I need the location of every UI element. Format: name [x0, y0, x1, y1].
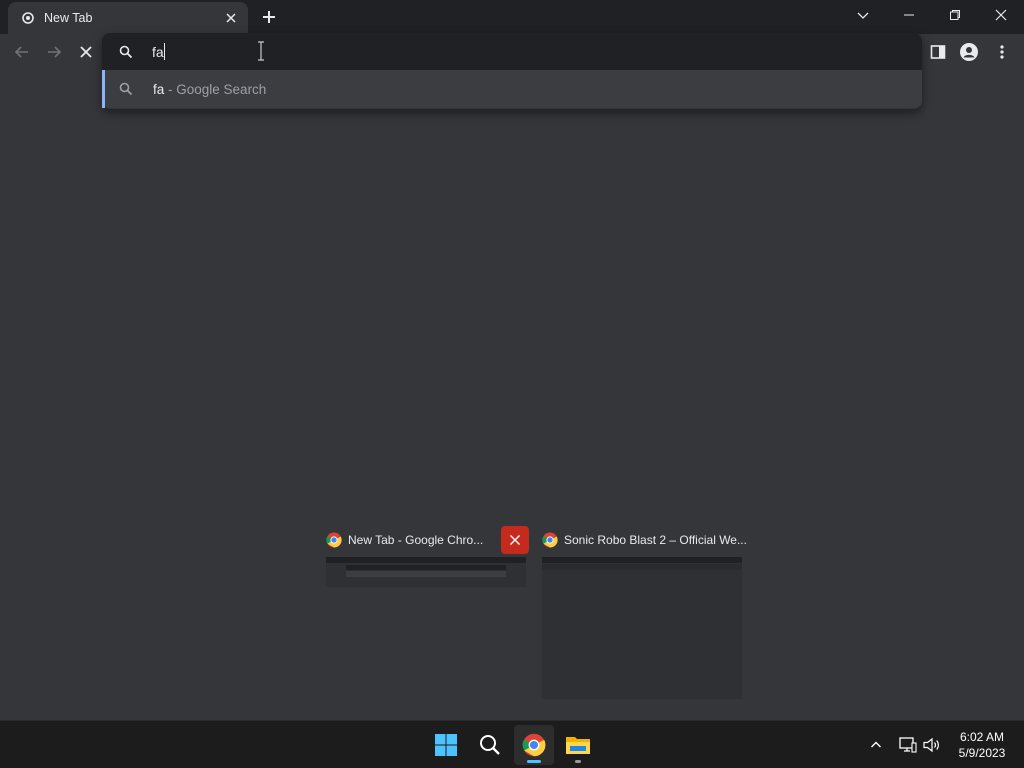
- network-icon[interactable]: [898, 735, 918, 755]
- window-title: Sonic Robo Blast 2 – Official We...: [564, 533, 747, 547]
- back-arrow-icon[interactable]: [10, 40, 34, 64]
- chrome-logo-icon: [326, 532, 342, 548]
- volume-icon[interactable]: [922, 735, 942, 755]
- clock-date: 5/9/2023: [958, 746, 1006, 760]
- tab-strip: New Tab: [0, 0, 1024, 34]
- restore-icon[interactable]: [932, 0, 978, 30]
- taskbar-file-explorer-icon[interactable]: [558, 725, 598, 765]
- search-icon: [119, 82, 133, 96]
- tab-title: New Tab: [44, 11, 93, 25]
- stop-loading-icon[interactable]: [74, 40, 98, 64]
- tab-close-icon[interactable]: [223, 10, 239, 26]
- suggestion-google-search[interactable]: fa - Google Search: [102, 70, 922, 108]
- windows-start-icon[interactable]: [426, 725, 466, 765]
- taskbar-search-icon[interactable]: [470, 725, 510, 765]
- suggestion-query: fa: [153, 82, 165, 97]
- selection-indicator: [102, 70, 105, 108]
- omnibox-input[interactable]: fa: [102, 33, 922, 70]
- show-hidden-icons-chevron-icon[interactable]: [866, 735, 886, 755]
- thumbnail-close-button[interactable]: [501, 526, 529, 554]
- chrome-favicon-icon: [22, 12, 34, 24]
- clock-time: 6:02 AM: [959, 730, 1005, 744]
- text-caret: [164, 43, 165, 60]
- chrome-logo-icon: [542, 532, 558, 548]
- menu-kebab-icon[interactable]: [990, 40, 1014, 64]
- suggestion-suffix: - Google Search: [164, 82, 267, 97]
- text-cursor-icon: [258, 41, 264, 61]
- minimize-icon[interactable]: [886, 0, 932, 30]
- search-icon: [119, 45, 133, 59]
- tab-search-chevron-icon[interactable]: [840, 0, 886, 30]
- taskbar-chrome-icon[interactable]: [514, 725, 554, 765]
- window-thumbnail-srb2[interactable]: Sonic Robo Blast 2 – Official We...: [538, 523, 750, 703]
- new-tab-plus-icon[interactable]: [259, 7, 279, 27]
- close-icon: [510, 535, 520, 545]
- window-preview: [542, 557, 742, 699]
- suggestion-text: fa - Google Search: [153, 82, 266, 97]
- taskbar-clock[interactable]: 6:02 AM 5/9/2023: [950, 729, 1014, 761]
- omnibox-popup: fa fa - Google Search: [102, 33, 922, 109]
- profile-avatar-icon[interactable]: [957, 40, 981, 64]
- side-panel-icon[interactable]: [926, 40, 950, 64]
- window-preview: [326, 557, 526, 587]
- omnibox-text: fa: [152, 44, 164, 60]
- open-app-indicator: [575, 760, 581, 763]
- window-title: New Tab - Google Chro...: [348, 533, 484, 547]
- close-window-icon[interactable]: [978, 0, 1024, 30]
- taskbar: 6:02 AM 5/9/2023: [0, 720, 1024, 768]
- forward-arrow-icon[interactable]: [42, 40, 66, 64]
- active-app-indicator: [527, 760, 541, 763]
- tab-new-tab[interactable]: New Tab: [8, 2, 248, 34]
